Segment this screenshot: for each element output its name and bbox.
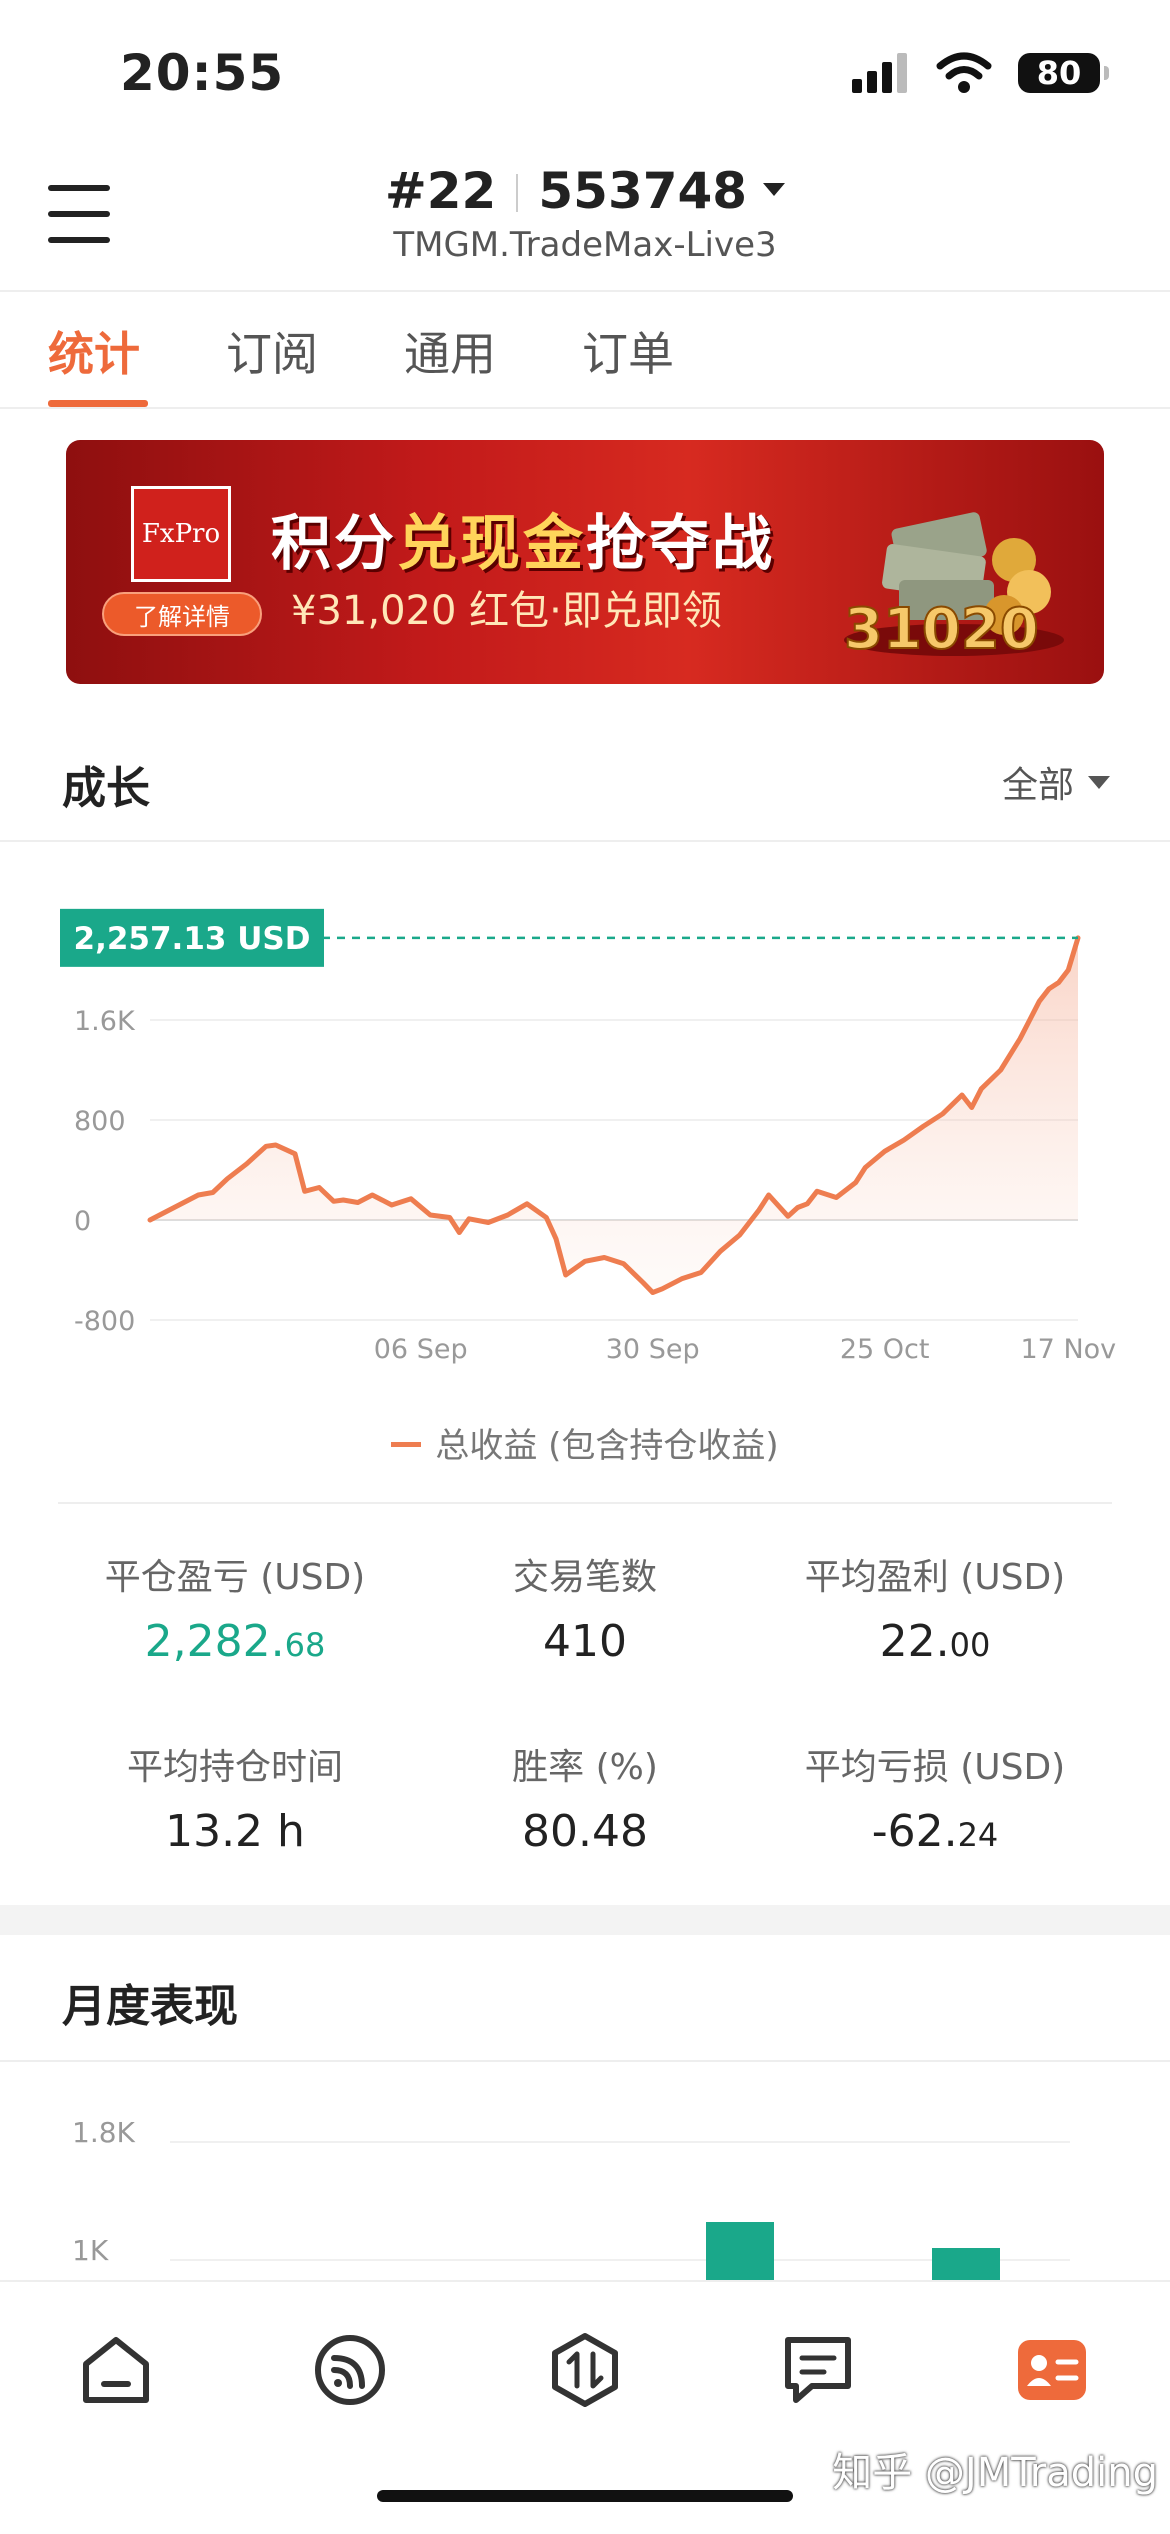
monthly-tick-label: 1.8K (72, 2116, 136, 2149)
monthly-tick-label: 1K (72, 2234, 109, 2267)
status-icons: 80 (852, 52, 1109, 94)
battery-indicator: 80 (1018, 53, 1109, 93)
current-value-label: 2,257.13 USD (74, 921, 311, 957)
stat-value: 80.48 (522, 1806, 648, 1857)
tab-orders[interactable]: 订单 (582, 318, 674, 384)
x-tick-label: 06 Sep (374, 1334, 468, 1365)
legend-swatch (391, 1442, 422, 1447)
home-indicator (377, 2490, 793, 2502)
stat-label: 平仓盈亏 (USD) (104, 1557, 366, 1598)
trade-icon[interactable] (545, 2330, 625, 2410)
growth-chart: -800 0 800 1.6K 06 Sep 30 Sep 25 Oct 17 Nov 2,25… (60, 908, 1117, 1365)
stat-label: 平均持仓时间 (126, 1747, 343, 1788)
growth-range-filter[interactable]: 全部 (1002, 756, 1110, 808)
x-tick-label: 17 Nov (1021, 1334, 1117, 1365)
account-number: 553748 (538, 162, 748, 220)
tab-subscribe[interactable]: 订阅 (226, 318, 318, 384)
chart-legend[interactable]: 总收益 (包含持仓收益) (0, 1418, 1170, 1467)
x-tick-label: 30 Sep (606, 1334, 700, 1365)
svg-text:31020: 31020 (844, 597, 1039, 660)
server-name: TMGM.TradeMax-Live3 (393, 225, 777, 265)
monthly-bar (932, 2248, 1000, 2280)
stat-value: 2,282.68 (144, 1616, 326, 1667)
x-tick-label: 25 Oct (840, 1334, 930, 1365)
signal-icon[interactable] (310, 2330, 390, 2410)
y-tick-label: 800 (74, 1106, 126, 1137)
account-selector[interactable]: #22 553748 (0, 162, 1170, 220)
home-icon[interactable] (76, 2330, 156, 2410)
stat-value: 410 (543, 1616, 627, 1667)
promo-banner[interactable]: FxPro 了解详情 积分兑现金抢夺战 ¥31,020 红包·即兑即领 3102… (66, 440, 1104, 684)
account-prefix: #22 (384, 162, 497, 220)
stat-value: 13.2 h (165, 1806, 305, 1857)
monthly-section-title: 月度表现 (62, 1981, 238, 2032)
tab-statistics[interactable]: 统计 (48, 318, 140, 384)
monthly-bar (706, 2222, 774, 2280)
wifi-icon (936, 52, 992, 93)
stat-label: 平均盈利 (USD) (804, 1557, 1066, 1598)
growth-filter-label: 全部 (1001, 765, 1074, 806)
y-tick-label: -800 (74, 1306, 135, 1337)
money-stack-illustration: 31020 (843, 512, 1064, 660)
cellular-signal-icon (852, 53, 907, 93)
status-time: 20:55 (120, 44, 285, 102)
growth-section-title: 成长 (62, 763, 150, 814)
banner-subtitle: ¥31,020 红包·即兑即领 (291, 588, 722, 634)
y-tick-label: 1.6K (74, 1006, 136, 1037)
profile-card-icon[interactable] (1012, 2330, 1092, 2410)
stat-label: 平均亏损 (USD) (804, 1747, 1066, 1788)
fxpro-logo: FxPro (131, 486, 231, 582)
stat-label: 胜率 (%) (512, 1747, 658, 1788)
legend-label: 总收益 (包含持仓收益) (435, 1426, 779, 1466)
watermark: 知乎 @JMTrading (832, 2450, 1158, 2496)
monthly-performance-chart: 1.8K 1K (72, 2116, 1070, 2280)
tab-general[interactable]: 通用 (404, 318, 496, 384)
triangle-down-icon (1088, 775, 1110, 789)
stat-label: 交易笔数 (512, 1557, 657, 1598)
banner-title: 积分兑现金抢夺战 (271, 509, 775, 579)
stat-value: -62.24 (871, 1806, 999, 1857)
chat-icon[interactable] (778, 2330, 858, 2410)
tab-active-indicator (48, 400, 148, 407)
section-divider (0, 1905, 1170, 1935)
stat-value: 22.00 (879, 1616, 991, 1667)
y-tick-label: 0 (74, 1206, 91, 1237)
learn-more-button[interactable]: 了解详情 (102, 592, 262, 636)
chevron-down-icon (763, 183, 786, 196)
